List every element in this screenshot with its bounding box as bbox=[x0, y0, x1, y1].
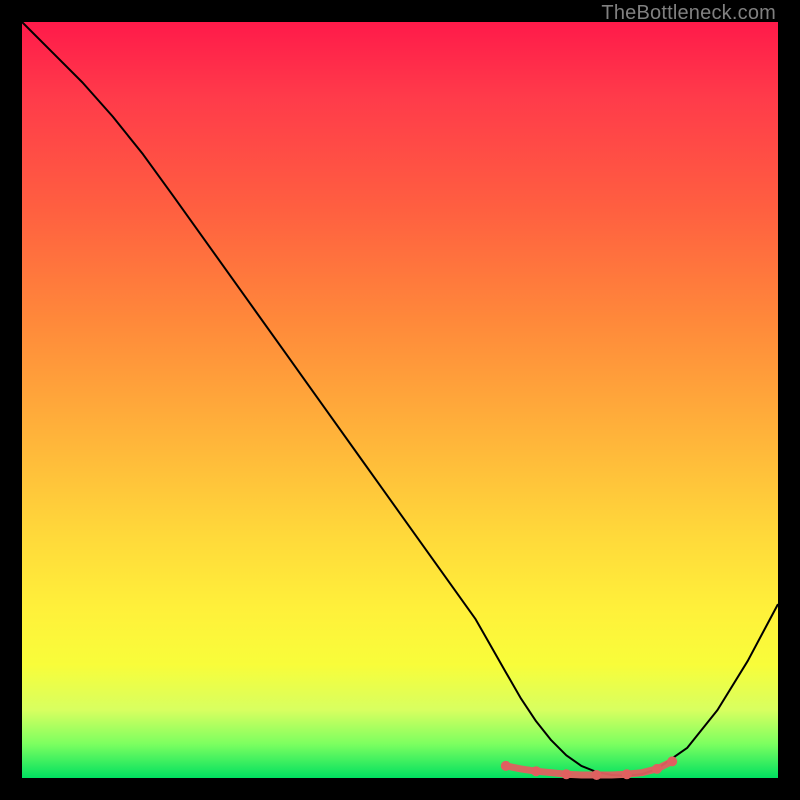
chart-overlay bbox=[22, 22, 778, 778]
chart-frame: TheBottleneck.com bbox=[22, 22, 778, 778]
bottleneck-curve bbox=[22, 22, 778, 776]
